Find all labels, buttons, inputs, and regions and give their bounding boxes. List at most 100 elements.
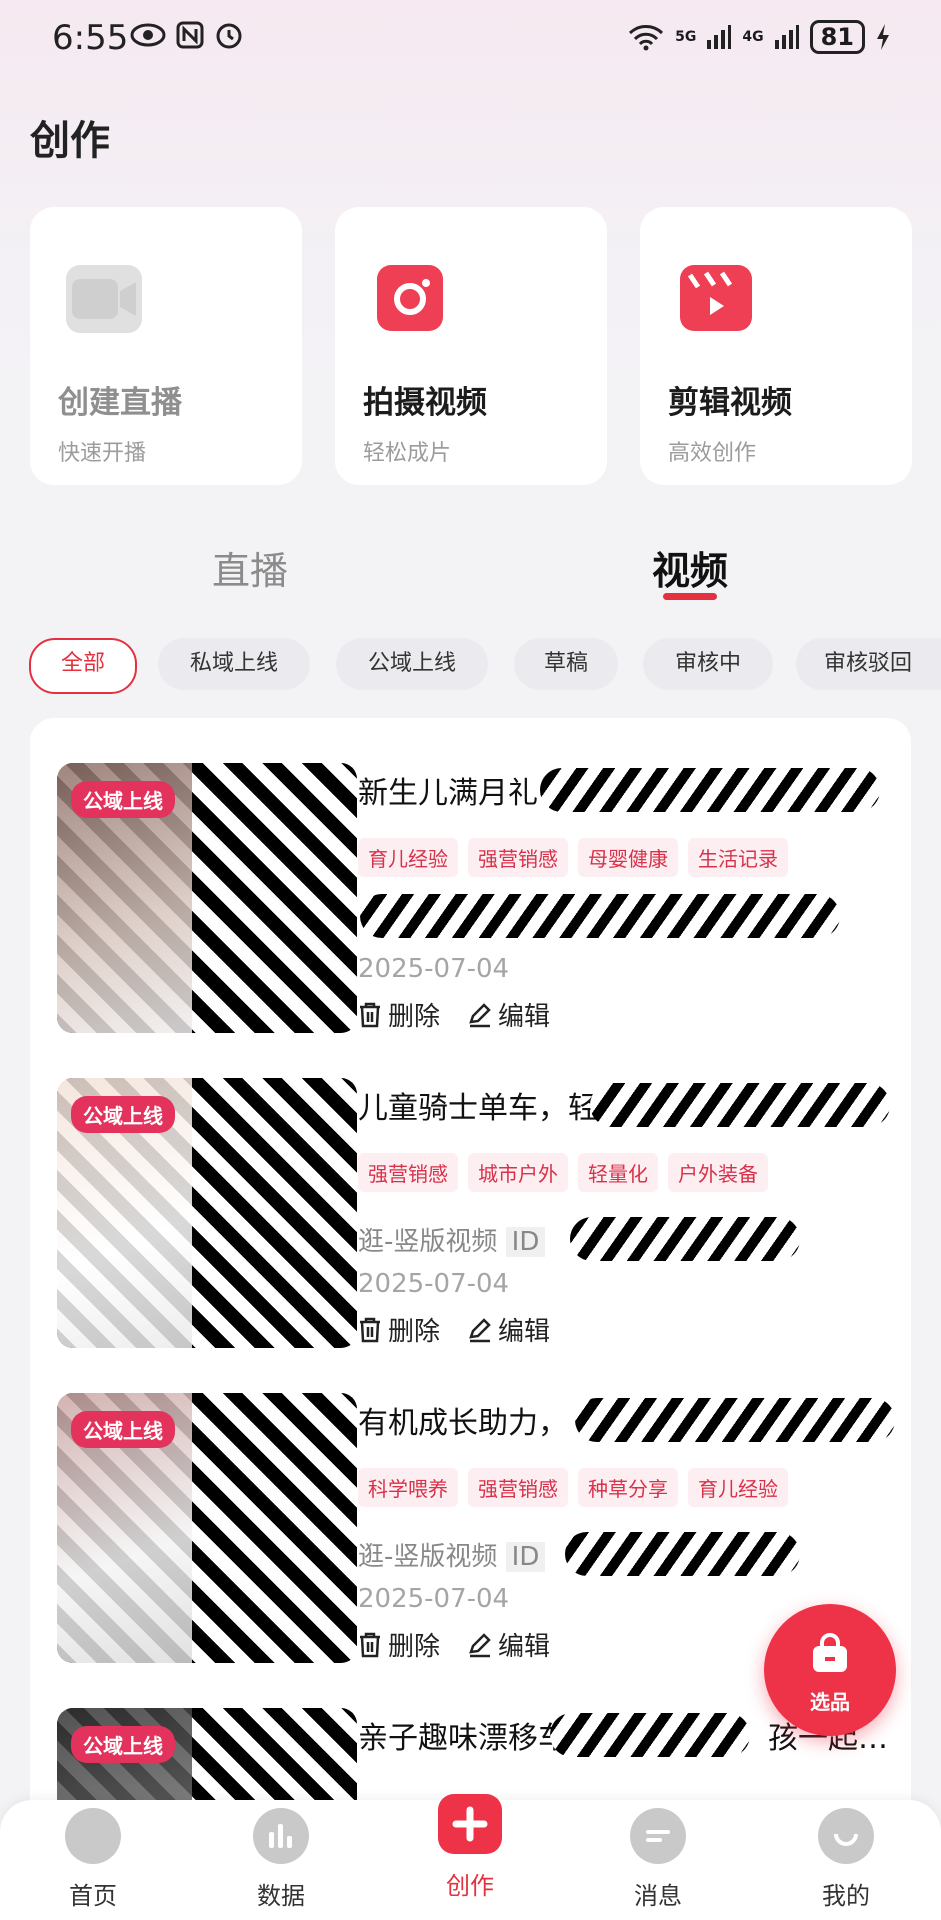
tag: 强营销感 (468, 838, 568, 877)
status-time: 6:55 (52, 18, 129, 58)
tag: 种草分享 (578, 1468, 678, 1507)
nav-create[interactable]: 创作 (410, 1794, 530, 1901)
delete-button[interactable]: 删除 (358, 1626, 440, 1663)
status-badge: 公域上线 (71, 1726, 175, 1763)
status-badge: 公域上线 (71, 1411, 175, 1448)
network-5g-label: 5G (675, 29, 697, 45)
publish-date: 2025-07-04 (358, 1269, 510, 1299)
signal-icon (774, 25, 799, 49)
pencil-icon (469, 1317, 491, 1342)
nav-profile[interactable]: 我的 (786, 1808, 906, 1911)
trash-icon (360, 1317, 380, 1342)
video-thumbnail[interactable]: 公域上线 (57, 763, 357, 1033)
nav-label: 数据 (257, 1882, 305, 1910)
bottom-nav: 首页 数据 创作 消息 我的 (0, 1794, 941, 1920)
tag: 科学喂养 (358, 1468, 458, 1507)
video-thumbnail[interactable]: 公域上线 (57, 1078, 357, 1348)
card-subtitle: 高效创作 (668, 441, 757, 466)
nav-data[interactable]: 数据 (221, 1808, 341, 1911)
status-right: 5G 4G 81 (627, 20, 891, 54)
nav-home[interactable]: 首页 (33, 1808, 153, 1911)
list-item[interactable]: 公域上线 新生儿满月礼 育儿经验 强营销感 母婴健康 生活记录 2025-07-… (30, 718, 911, 1033)
redaction-scribble (575, 1398, 895, 1442)
charging-icon (877, 24, 889, 50)
tag: 育儿经验 (358, 838, 458, 877)
tag: 强营销感 (468, 1468, 568, 1507)
profile-icon (818, 1808, 874, 1864)
alarm-icon (216, 23, 242, 49)
edit-label: 编辑 (498, 1317, 551, 1347)
video-title: 新生儿满月礼 (358, 776, 538, 811)
nav-messages[interactable]: 消息 (598, 1808, 718, 1911)
list-item[interactable]: 公域上线 有机成长助力， 科学喂养 强营销感 种草分享 育儿经验 逛-竖版视频 … (30, 1348, 911, 1663)
eye-icon (130, 23, 166, 47)
video-camera-icon (66, 265, 142, 333)
tag: 轻量化 (578, 1153, 658, 1192)
publish-date: 2025-07-04 (358, 1584, 510, 1614)
chart-icon (253, 1808, 309, 1864)
video-title: 有机成长助力， (358, 1406, 568, 1441)
redaction-scribble (360, 894, 840, 938)
list-item[interactable]: 公域上线 儿童骑士单车，轻骑百搭，一步 强营销感 城市户外 轻量化 户外装备 逛… (30, 1033, 911, 1348)
edit-button[interactable]: 编辑 (468, 1311, 550, 1348)
filter-chip-reviewing[interactable]: 审核中 (643, 638, 773, 690)
nav-label: 创作 (446, 1872, 494, 1900)
filter-chip-all[interactable]: 全部 (29, 638, 137, 694)
tag-list: 育儿经验 强营销感 母婴健康 生活记录 (358, 838, 788, 877)
filter-chip-draft[interactable]: 草稿 (514, 638, 618, 690)
nav-label: 首页 (69, 1882, 117, 1910)
trash-icon (360, 1002, 380, 1027)
video-format: 逛-竖版视频 ID (358, 1221, 546, 1258)
delete-button[interactable]: 删除 (358, 1311, 440, 1348)
video-thumbnail[interactable]: 公域上线 (57, 1393, 357, 1663)
edit-button[interactable]: 编辑 (468, 996, 550, 1033)
redaction-scribble (570, 1217, 800, 1261)
filter-chip-private[interactable]: 私域上线 (158, 638, 310, 690)
nav-label: 消息 (634, 1882, 682, 1910)
delete-label: 删除 (388, 1002, 441, 1032)
tag: 城市户外 (468, 1153, 568, 1192)
message-icon (630, 1808, 686, 1864)
tab-live[interactable]: 直播 (212, 540, 288, 595)
network-4g-label: 4G (742, 29, 764, 45)
trash-icon (360, 1632, 380, 1657)
delete-label: 删除 (388, 1632, 441, 1662)
delete-button[interactable]: 删除 (358, 996, 440, 1033)
tag: 户外装备 (668, 1153, 768, 1192)
shoot-video-card[interactable]: 拍摄视频 轻松成片 (335, 207, 607, 485)
delete-label: 删除 (388, 1317, 441, 1347)
tag-list: 强营销感 城市户外 轻量化 户外装备 (358, 1153, 768, 1192)
status-icons-left (130, 20, 244, 50)
filter-chip-rejected[interactable]: 审核驳回 (796, 638, 941, 690)
tag: 强营销感 (358, 1153, 458, 1192)
edit-label: 编辑 (498, 1632, 551, 1662)
clapperboard-icon (680, 265, 752, 331)
shopping-bag-icon (813, 1633, 847, 1672)
card-title: 拍摄视频 (363, 385, 487, 421)
tag-list: 科学喂养 强营销感 种草分享 育儿经验 (358, 1468, 788, 1507)
fab-label: 选品 (810, 1690, 850, 1714)
camera-icon (377, 265, 443, 331)
create-live-card[interactable]: 创建直播 快速开播 (30, 207, 302, 485)
card-subtitle: 快速开播 (58, 441, 147, 466)
pencil-icon (469, 1632, 491, 1657)
redaction-scribble (565, 1532, 800, 1576)
page-title: 创作 (30, 118, 110, 164)
tag: 母婴健康 (578, 838, 678, 877)
select-product-button[interactable]: 选品 (764, 1604, 896, 1736)
edit-video-card[interactable]: 剪辑视频 高效创作 (640, 207, 912, 485)
card-title: 剪辑视频 (668, 385, 792, 421)
redaction-scribble (540, 768, 880, 812)
redaction-scribble (550, 1713, 750, 1757)
filter-chip-public[interactable]: 公域上线 (336, 638, 488, 690)
edit-label: 编辑 (498, 1002, 551, 1032)
battery-indicator: 81 (809, 20, 865, 54)
status-badge: 公域上线 (71, 1096, 175, 1133)
tab-video[interactable]: 视频 (652, 540, 728, 595)
video-format: 逛-竖版视频 ID (358, 1536, 546, 1573)
pencil-icon (469, 1002, 491, 1027)
nav-label: 我的 (822, 1882, 870, 1910)
edit-button[interactable]: 编辑 (468, 1626, 550, 1663)
card-title: 创建直播 (58, 385, 182, 421)
tab-active-indicator (663, 593, 717, 600)
